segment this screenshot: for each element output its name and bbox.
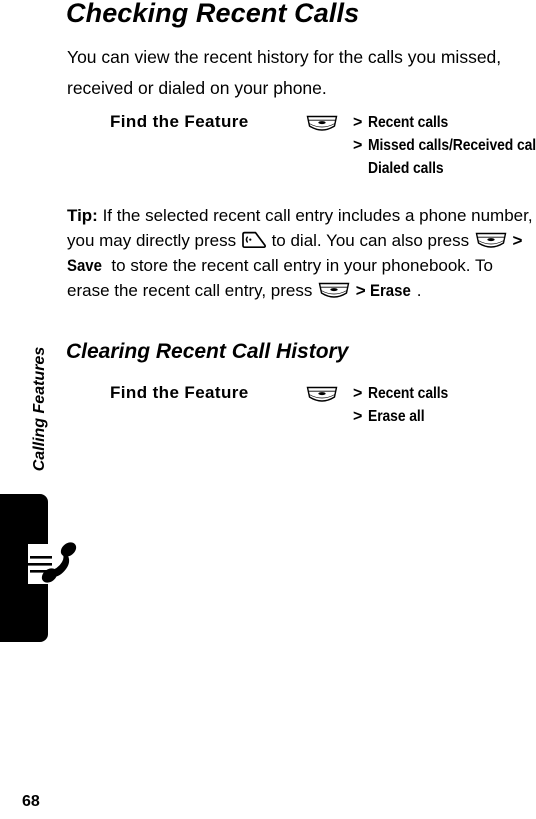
intro-paragraph: You can view the recent history for the … <box>67 47 502 98</box>
tip-text-part-4: . <box>416 281 422 300</box>
menu-key-icon[interactable] <box>305 385 339 404</box>
send-key-icon[interactable] <box>241 231 267 249</box>
tip-separator-1: > <box>507 231 523 250</box>
tip-erase-menu-label[interactable]: Erase <box>370 278 411 303</box>
tip-save-menu-label[interactable]: Save <box>67 253 102 278</box>
phone-handset-icon <box>28 536 80 602</box>
menu-separator: > <box>353 137 363 154</box>
tip-lead-label: Tip: <box>67 206 98 225</box>
find-the-feature-label: Find the Feature <box>110 383 249 402</box>
menu-key-slot <box>305 112 353 134</box>
tip-text-part-3: to store the recent call entry in your p… <box>67 256 493 300</box>
page-number: 68 <box>22 793 40 810</box>
menu-separator: > <box>353 385 363 402</box>
menu-path-row: > Recent calls <box>305 112 536 135</box>
manual-page: Checking Recent Calls You can view the r… <box>0 0 536 819</box>
menu-key-icon[interactable] <box>474 231 508 250</box>
menu-path-row: > Missed calls/Received calls/ <box>305 135 536 158</box>
find-the-feature-label: Find the Feature <box>110 112 249 131</box>
menu-item-label[interactable]: Recent calls <box>368 383 448 404</box>
menu-path-1: > Recent calls > Missed calls/Received c… <box>305 112 536 181</box>
chapter-side-label: Calling Features <box>31 346 48 472</box>
menu-item-label[interactable]: Recent calls <box>368 112 448 133</box>
menu-key-icon[interactable] <box>317 281 351 300</box>
page-title: Checking Recent Calls <box>66 0 360 28</box>
tip-separator-2: > <box>351 281 371 300</box>
menu-path-row: > Recent calls <box>305 383 536 406</box>
menu-path-row-continuation: Dialed calls <box>305 158 536 181</box>
menu-path-2: > Recent calls > Erase all <box>305 383 536 429</box>
section-title: Clearing Recent Call History <box>66 340 349 363</box>
menu-item-label[interactable]: Erase all <box>368 406 425 427</box>
tip-text-part-2: to dial. You can also press <box>266 231 474 250</box>
menu-separator: > <box>353 114 363 131</box>
menu-key-icon[interactable] <box>305 114 339 133</box>
tip-paragraph: Tip: If the selected recent call entry i… <box>67 203 535 303</box>
menu-item-label[interactable]: Missed calls/Received calls/ <box>368 135 536 156</box>
menu-key-slot <box>305 383 353 405</box>
menu-path-row: > Erase all <box>305 406 536 429</box>
menu-separator: > <box>353 408 363 425</box>
menu-item-label[interactable]: Dialed calls <box>368 158 444 179</box>
